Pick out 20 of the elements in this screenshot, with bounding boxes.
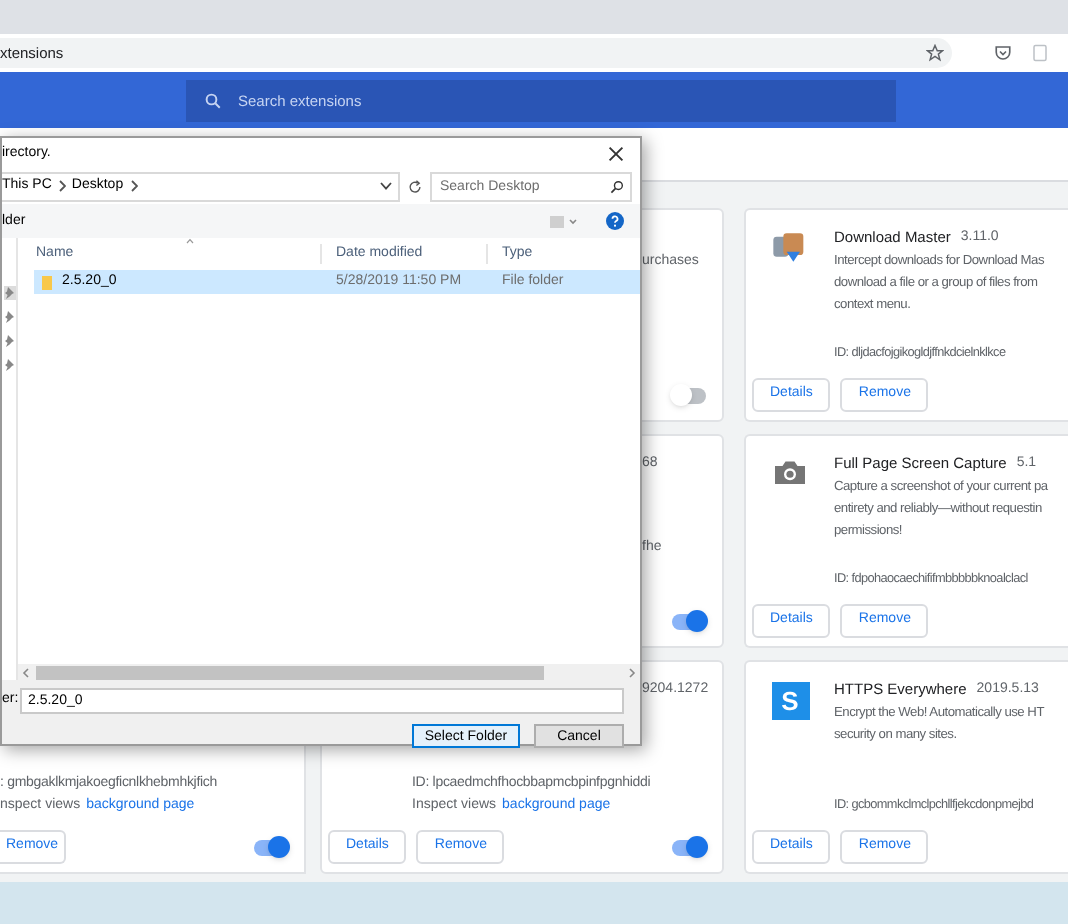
toggle-switch[interactable]	[672, 613, 706, 629]
caret-down-icon[interactable]	[380, 182, 392, 190]
chevron-right-icon	[57, 180, 66, 192]
search-icon	[610, 179, 624, 193]
pocket-icon[interactable]	[994, 44, 1012, 62]
refresh-icon[interactable]	[408, 179, 422, 193]
chevron-right-icon	[628, 667, 636, 677]
star-icon[interactable]	[926, 44, 944, 62]
horizontal-scrollbar[interactable]	[18, 664, 640, 680]
toggle-switch[interactable]	[254, 839, 288, 855]
search-icon	[204, 91, 222, 109]
toggle-switch[interactable]	[672, 387, 706, 403]
help-icon[interactable]	[606, 212, 624, 230]
close-icon[interactable]	[608, 146, 624, 162]
chevron-left-icon	[22, 667, 30, 677]
camera-icon	[772, 456, 808, 488]
toggle-switch[interactable]	[672, 839, 706, 855]
logo-icon: S	[771, 682, 809, 720]
chevron-right-icon	[129, 180, 138, 192]
folder-icon	[42, 275, 52, 289]
